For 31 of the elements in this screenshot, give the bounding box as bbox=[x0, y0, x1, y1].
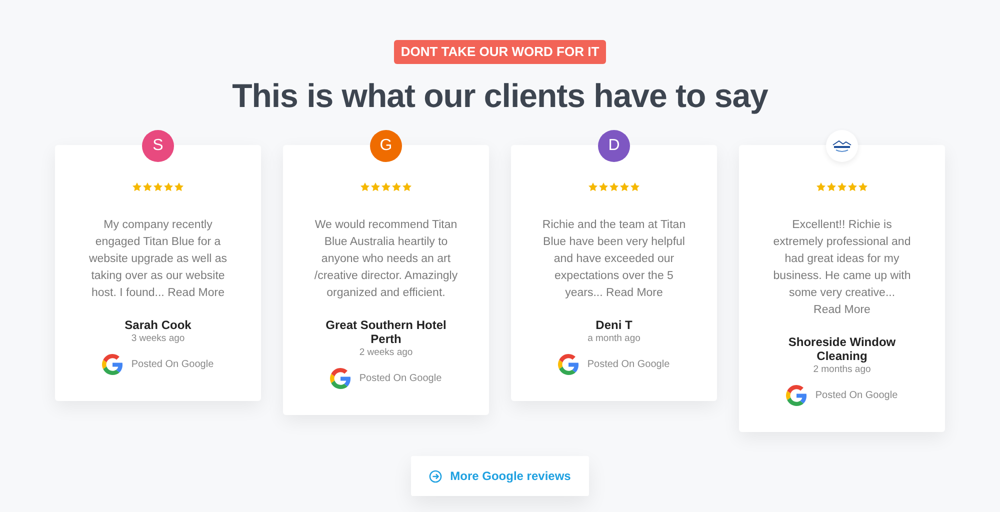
review-time: 3 weeks ago bbox=[130, 332, 186, 346]
source-label: Posted On Google bbox=[815, 389, 898, 404]
reviewer-name: Great Southern Hotel Perth bbox=[324, 318, 448, 346]
review-text: We would recommend Titan Blue Australia heartily to anyone who needs an art /creative director. Amazingly organized and efficient. bbox=[313, 218, 459, 302]
review-text: Richie and the team at Titan Blue have been very helpful and have exceeded our expectations over the 5 years... Read More bbox=[541, 218, 687, 302]
review-time: 2 months ago bbox=[812, 363, 872, 378]
reviewer-name: Sarah Cook bbox=[124, 318, 192, 332]
google-icon bbox=[786, 385, 808, 406]
reviewer-name: Deni T bbox=[594, 318, 634, 332]
review-time: 2 weeks ago bbox=[358, 346, 414, 360]
source-label: Posted On Google bbox=[587, 358, 670, 372]
reviewer-name: Shoreside Window Cleaning bbox=[787, 335, 897, 364]
source-label: Posted On Google bbox=[131, 358, 214, 372]
section-heading: This is what our clients have to say bbox=[232, 76, 768, 116]
review-text: Excellent!! Richie is extremely professional and had great ideas for my business. He came up with some very creative... Read More bbox=[772, 218, 912, 318]
google-icon bbox=[102, 354, 124, 376]
arrow-circle-icon bbox=[429, 470, 442, 483]
logo-icon bbox=[831, 139, 853, 154]
avatar: S bbox=[142, 130, 174, 162]
read-more-link[interactable]: Read More bbox=[168, 287, 224, 300]
review-text: My company recently engaged Titan Blue for a website upgrade as well as taking over as our website host. I found... Read More bbox=[88, 218, 228, 302]
read-more-link[interactable]: Read More bbox=[606, 287, 663, 300]
read-more-link[interactable]: Read More bbox=[814, 304, 870, 316]
google-icon bbox=[558, 354, 580, 376]
eyebrow-label: DONT TAKE OUR WORD FOR IT bbox=[394, 40, 606, 64]
avatar: G bbox=[370, 130, 402, 162]
source-label: Posted On Google bbox=[359, 372, 442, 386]
more-reviews-button[interactable]: More Google reviews bbox=[411, 456, 589, 496]
google-icon bbox=[330, 368, 352, 390]
review-time: a month ago bbox=[586, 332, 642, 346]
avatar: D bbox=[598, 130, 630, 162]
